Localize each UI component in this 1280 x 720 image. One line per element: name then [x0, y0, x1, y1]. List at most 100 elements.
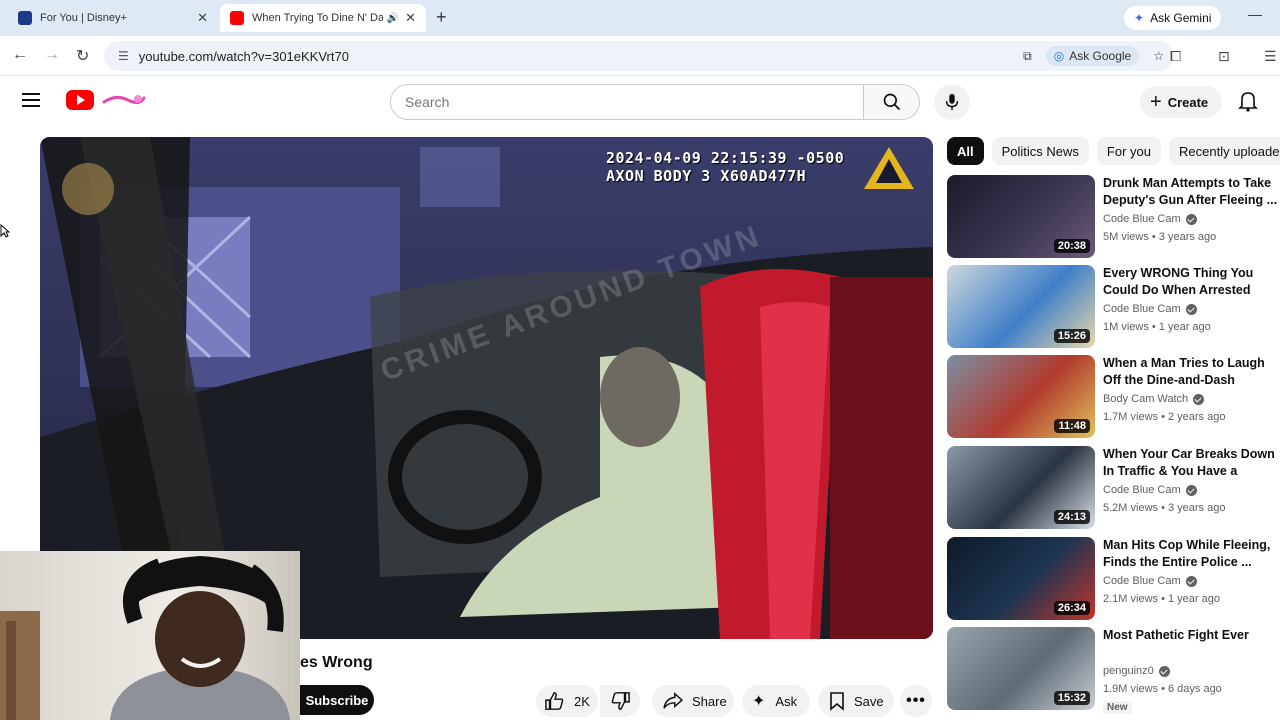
- ask-button[interactable]: ✦ Ask: [742, 685, 810, 717]
- youtube-doodle-icon[interactable]: [102, 92, 146, 108]
- recommendation-item[interactable]: 26:34 Man Hits Cop While Fleeing, Finds t…: [947, 537, 1280, 621]
- video-thumbnail[interactable]: 20:38: [947, 175, 1095, 258]
- recommendation-title[interactable]: When Your Car Breaks Down In Traffic & Y…: [1103, 446, 1280, 480]
- youtube-logo-icon[interactable]: [66, 90, 94, 110]
- omnibox[interactable]: ☰ youtube.com/watch?v=301eKKVrt70 ⧉ ◎ As…: [104, 41, 1174, 71]
- browser-tab-youtube[interactable]: When Trying To Dine N' Dash 🔊 ✕: [220, 4, 426, 32]
- recommendation-title[interactable]: Most Pathetic Fight Ever: [1103, 627, 1280, 644]
- chip-recently-uploaded[interactable]: Recently uploaded: [1169, 137, 1280, 165]
- channel-label: Body Cam Watch: [1103, 393, 1189, 405]
- recommendation-item[interactable]: 11:48 When a Man Tries to Laugh Off the D…: [947, 355, 1280, 439]
- share-button[interactable]: Share: [652, 685, 734, 717]
- verified-check-icon: [1185, 303, 1197, 315]
- plus-icon: +: [1150, 90, 1162, 113]
- recommendation-title[interactable]: Drunk Man Attempts to Take Deputy's Gun …: [1103, 175, 1280, 209]
- tab-close-icon[interactable]: ✕: [405, 10, 416, 26]
- new-badge: New: [1103, 701, 1132, 714]
- side-panel-icon[interactable]: ☰: [1264, 48, 1277, 65]
- channel-label: Code Blue Cam: [1103, 575, 1181, 587]
- channel-name[interactable]: Body Cam Watch: [1103, 393, 1205, 405]
- recommendation-item[interactable]: 15:32 Most Pathetic Fight Ever penguinz0 1.…: [947, 627, 1280, 714]
- forward-arrow-icon[interactable]: →: [44, 46, 60, 64]
- thumbs-down-icon: [611, 692, 630, 710]
- channel-label: Code Blue Cam: [1103, 213, 1181, 225]
- video-thumbnail[interactable]: 11:48: [947, 355, 1095, 438]
- channel-name[interactable]: Code Blue Cam: [1103, 303, 1197, 315]
- hamburger-menu-icon[interactable]: [22, 93, 40, 107]
- ask-gemini-button[interactable]: ✦ Ask Gemini: [1124, 6, 1222, 30]
- video-title: es Wrong: [300, 654, 373, 671]
- view-meta: 2.1M views • 1 year ago: [1103, 593, 1220, 605]
- video-thumbnail[interactable]: 15:32: [947, 627, 1095, 710]
- voice-search-button[interactable]: [934, 84, 970, 120]
- like-button[interactable]: 2K: [536, 685, 598, 717]
- video-thumbnail[interactable]: 15:26: [947, 265, 1095, 348]
- sparkle-icon: ✦: [752, 693, 766, 710]
- chip-all[interactable]: All: [947, 137, 984, 165]
- browser-tab-disney[interactable]: For You | Disney+ ✕: [8, 4, 218, 32]
- recommendation-item[interactable]: 24:13 When Your Car Breaks Down In Traffi…: [947, 446, 1280, 530]
- recommendation-title[interactable]: Every WRONG Thing You Could Do When Arre…: [1103, 265, 1280, 299]
- url-text: youtube.com/watch?v=301eKKVrt70: [138, 48, 349, 64]
- ask-google-button[interactable]: ◎ Ask Google: [1045, 46, 1140, 66]
- chip-politics-news[interactable]: Politics News: [991, 137, 1089, 165]
- youtube-header: + Create: [0, 76, 1280, 128]
- webcam-person: [0, 556, 290, 720]
- youtube-favicon-icon: [230, 11, 244, 25]
- like-count: 2K: [574, 693, 590, 709]
- duration-badge: 15:26: [1053, 329, 1090, 343]
- share-label: Share: [692, 693, 727, 709]
- recommendation-item[interactable]: 20:38 Drunk Man Attempts to Take Deputy's…: [947, 175, 1280, 259]
- video-thumbnail[interactable]: 26:34: [947, 537, 1095, 620]
- recommendation-title[interactable]: Man Hits Cop While Fleeing, Finds the En…: [1103, 537, 1280, 571]
- verified-check-icon: [1193, 393, 1205, 405]
- create-label: Create: [1167, 94, 1209, 110]
- speaker-icon[interactable]: 🔊: [387, 13, 399, 24]
- filter-chips: All Politics News For you Recently uploa…: [947, 137, 1280, 165]
- site-settings-icon[interactable]: ☰: [118, 49, 129, 63]
- subscribe-button[interactable]: Subscribe: [300, 685, 374, 715]
- notifications-bell-icon[interactable]: [1238, 90, 1258, 112]
- bookmark-icon: [830, 692, 844, 711]
- browser-tab-bar: For You | Disney+ ✕ When Trying To Dine …: [0, 0, 1280, 36]
- microphone-icon: [945, 93, 959, 111]
- view-meta: 1M views • 1 year ago: [1103, 321, 1211, 333]
- tab-title: When Trying To Dine N' Dash: [252, 12, 383, 24]
- axon-logo-icon: [864, 147, 914, 189]
- create-button[interactable]: + Create: [1140, 86, 1223, 118]
- tab-search-icon[interactable]: ⊡: [1218, 48, 1230, 65]
- thumbs-up-icon: [545, 692, 564, 710]
- video-thumbnail[interactable]: 24:13: [947, 446, 1095, 529]
- verified-check-icon: [1185, 575, 1197, 587]
- channel-label: penguinz0: [1103, 665, 1154, 677]
- reload-icon[interactable]: ↻: [76, 46, 89, 66]
- gemini-sparkle-icon: ✦: [1134, 11, 1145, 25]
- channel-name[interactable]: Code Blue Cam: [1103, 484, 1197, 496]
- search-input[interactable]: [390, 84, 864, 120]
- search-button[interactable]: [864, 84, 920, 120]
- search-bar: [390, 84, 920, 120]
- new-tab-icon[interactable]: +: [436, 7, 447, 28]
- view-meta: 5.2M views • 3 years ago: [1103, 502, 1226, 514]
- recommendation-title[interactable]: When a Man Tries to Laugh Off the Dine-a…: [1103, 355, 1280, 389]
- back-arrow-icon[interactable]: ←: [12, 46, 28, 64]
- verified-check-icon: [1185, 484, 1197, 496]
- install-app-icon[interactable]: ⧉: [1023, 49, 1032, 64]
- recommendation-item[interactable]: 15:26 Every WRONG Thing You Could Do When…: [947, 265, 1280, 349]
- more-actions-button[interactable]: •••: [900, 685, 932, 717]
- tab-title: For You | Disney+: [40, 12, 127, 24]
- tab-close-icon[interactable]: ✕: [197, 10, 208, 26]
- view-meta: 1.9M views • 6 days ago: [1103, 683, 1222, 695]
- channel-label: Code Blue Cam: [1103, 303, 1181, 315]
- bodycam-timestamp: 2024-04-09 22:15:39 -0500 AXON BODY 3 X6…: [606, 149, 844, 185]
- window-minimize-icon[interactable]: —: [1248, 6, 1262, 22]
- channel-name[interactable]: Code Blue Cam: [1103, 575, 1197, 587]
- channel-name[interactable]: Code Blue Cam: [1103, 213, 1197, 225]
- dislike-button[interactable]: [600, 685, 640, 717]
- channel-name[interactable]: penguinz0: [1103, 665, 1170, 677]
- bookmark-star-icon[interactable]: ☆: [1153, 49, 1164, 63]
- chip-for-you[interactable]: For you: [1096, 137, 1161, 165]
- save-button[interactable]: Save: [818, 685, 894, 717]
- extensions-puzzle-icon[interactable]: ⧠: [1170, 48, 1181, 65]
- verified-check-icon: [1158, 665, 1170, 677]
